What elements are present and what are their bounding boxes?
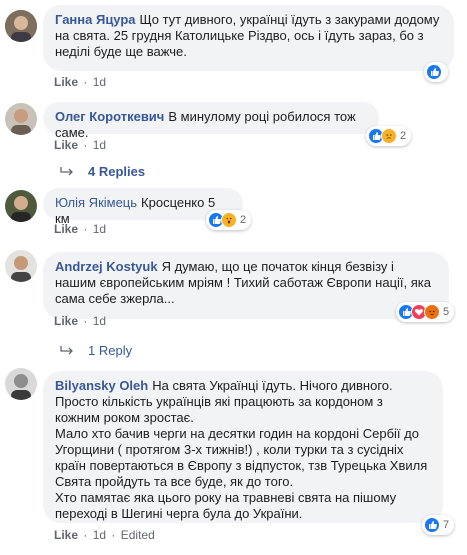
timestamp[interactable]: 1d — [93, 75, 106, 89]
reply-arrow-icon — [60, 166, 73, 175]
timestamp[interactable]: 1d — [93, 528, 106, 542]
avatar[interactable] — [5, 250, 37, 282]
comment-author[interactable]: Bilyansky Oleh — [55, 378, 148, 393]
separator: · — [83, 528, 88, 542]
avatar-photo — [5, 368, 37, 400]
avatar[interactable] — [5, 103, 37, 135]
reaction-count: 2 — [400, 130, 407, 142]
separator: · — [83, 75, 88, 89]
reaction-count: 7 — [443, 519, 450, 531]
comment-actions: Like · 1d · Edited — [54, 528, 157, 542]
comment-bubble: Олег Короткевич В минулому році робилося … — [43, 102, 379, 140]
reply-arrow-icon — [60, 345, 73, 354]
comment-actions: Like · 1d — [54, 138, 108, 152]
reaction-summary[interactable]: 5 — [396, 302, 455, 322]
like-icon — [424, 517, 440, 533]
comment-author[interactable]: Ганна Яцура — [55, 12, 136, 27]
like-link[interactable]: Like — [54, 75, 78, 89]
comment-author[interactable]: Andrzej Kostyuk — [55, 259, 158, 274]
timestamp[interactable]: 1d — [93, 314, 106, 328]
sad-icon — [381, 128, 397, 144]
avatar-photo — [5, 103, 37, 135]
avatar-photo — [5, 250, 37, 282]
avatar[interactable] — [5, 368, 37, 400]
reaction-summary[interactable] — [424, 62, 448, 82]
reaction-summary[interactable]: 7 — [422, 515, 455, 535]
comment-author[interactable]: Юлія Якімець — [55, 195, 137, 210]
reaction-count: 2 — [240, 214, 247, 226]
like-link[interactable]: Like — [54, 528, 78, 542]
comment-actions: Like · 1d — [54, 314, 108, 328]
edited-label[interactable]: Edited — [121, 528, 155, 542]
like-link[interactable]: Like — [54, 314, 78, 328]
like-link[interactable]: Like — [54, 138, 78, 152]
replies-count: 4 Replies — [88, 164, 146, 179]
wow-icon — [221, 212, 237, 228]
timestamp[interactable]: 1d — [93, 138, 106, 152]
reaction-summary[interactable]: 2 — [206, 210, 252, 230]
timestamp[interactable]: 1d — [93, 222, 106, 236]
separator: · — [83, 222, 88, 236]
like-icon — [426, 64, 442, 80]
replies-count: 1 Reply — [88, 343, 133, 358]
avatar[interactable] — [5, 190, 37, 222]
comment-author[interactable]: Олег Короткевич — [55, 109, 164, 124]
comment-bubble: Bilyansky Oleh На свята Українці їдуть. Н… — [43, 371, 443, 523]
comment-actions: Like · 1d — [54, 222, 108, 236]
reaction-summary[interactable]: 2 — [366, 126, 412, 146]
reaction-count: 5 — [443, 306, 450, 318]
view-replies-link[interactable]: 4 Replies — [60, 164, 145, 179]
like-link[interactable]: Like — [54, 222, 78, 236]
avatar[interactable] — [5, 10, 37, 42]
angry-icon — [424, 304, 440, 320]
comment-bubble: Andrzej Kostyuk Я думаю, що це початок кі… — [43, 252, 449, 319]
avatar-photo — [5, 10, 37, 42]
avatar-photo — [5, 190, 37, 222]
comment-text-line-4: Хто памятає яка цього року на травневі с… — [55, 490, 397, 521]
comment-bubble: Ганна Яцура Що тут дивного, українці їдут… — [43, 5, 454, 71]
separator: · — [83, 138, 88, 152]
comment-actions: Like · 1d — [54, 75, 108, 89]
view-replies-link[interactable]: 1 Reply — [60, 343, 132, 358]
comment-text-line-3: Мало хто бачив черги на десятки годин на… — [55, 426, 428, 489]
comment-text-line-2: Просто кількість українців які працюють … — [55, 394, 383, 425]
comment-text-line-1: На свята Українці їдуть. Нічого дивного. — [152, 378, 393, 393]
separator: · — [111, 528, 116, 542]
separator: · — [83, 314, 88, 328]
